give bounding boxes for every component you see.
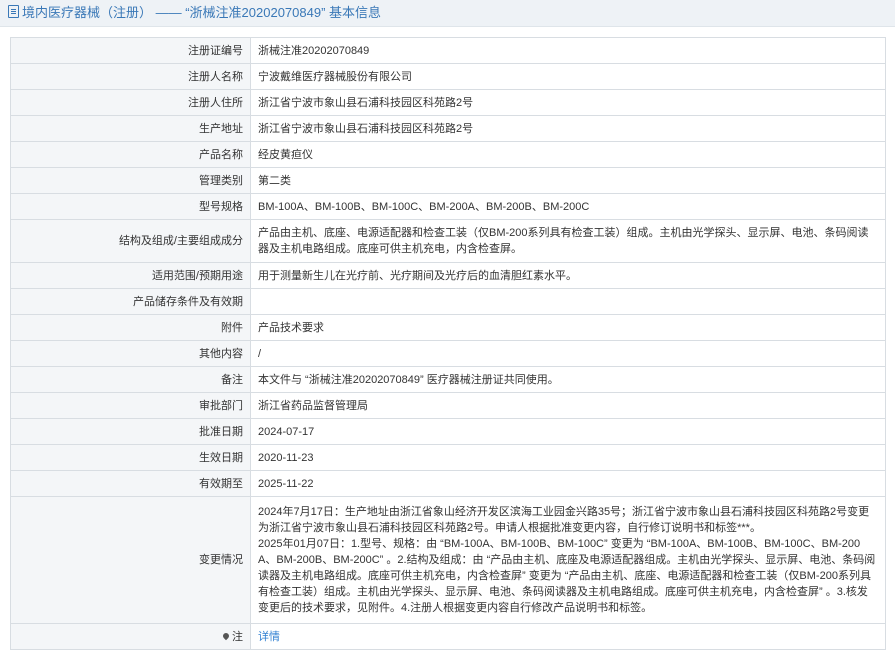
page-header: 境内医疗器械（注册） —— “浙械注准20202070849” 基本信息 — [0, 0, 895, 27]
table-row: 生产地址 浙江省宁波市象山县石浦科技园区科苑路2号 — [10, 115, 886, 142]
note-label: 注 — [232, 630, 243, 643]
location-pin-icon — [221, 631, 231, 640]
table-row-changes: 变更情况 2024年7月17日：生产地址由浙江省象山经济开发区滨海工业园金兴路3… — [10, 496, 886, 624]
table-row: 注册人名称 宁波戴维医疗器械股份有限公司 — [10, 63, 886, 90]
row-label: 产品名称 — [10, 141, 251, 168]
row-value: 2020-11-23 — [250, 444, 886, 471]
changes-label: 变更情况 — [10, 496, 251, 624]
table-row: 适用范围/预期用途 用于测量新生儿在光疗前、光疗期间及光疗后的血清胆红素水平。 — [10, 262, 886, 289]
row-label: 其他内容 — [10, 340, 251, 367]
table-row-note: 注 详情 — [10, 623, 886, 650]
row-label: 产品储存条件及有效期 — [10, 288, 251, 315]
change-entry: 2025年01月07日：1.型号、规格：由 “BM-100A、BM-100B、B… — [258, 538, 876, 614]
document-icon — [8, 5, 19, 18]
table-row: 型号规格 BM-100A、BM-100B、BM-100C、BM-200A、BM-… — [10, 193, 886, 220]
row-value: 本文件与 “浙械注准20202070849” 医疗器械注册证共同使用。 — [250, 366, 886, 393]
note-label-cell: 注 — [10, 623, 251, 650]
row-label: 生效日期 — [10, 444, 251, 471]
table-row: 批准日期 2024-07-17 — [10, 418, 886, 445]
row-value: 产品由主机、底座、电源适配器和检查工装（仅BM-200系列具有检查工装）组成。主… — [250, 219, 886, 263]
row-label: 审批部门 — [10, 392, 251, 419]
row-value: 宁波戴维医疗器械股份有限公司 — [250, 63, 886, 90]
row-value: 浙江省宁波市象山县石浦科技园区科苑路2号 — [250, 89, 886, 116]
row-label: 附件 — [10, 314, 251, 341]
table-row: 附件 产品技术要求 — [10, 314, 886, 341]
row-value: 产品技术要求 — [250, 314, 886, 341]
table-row: 注册人住所 浙江省宁波市象山县石浦科技园区科苑路2号 — [10, 89, 886, 116]
row-label: 批准日期 — [10, 418, 251, 445]
row-label: 管理类别 — [10, 167, 251, 194]
row-value: 用于测量新生儿在光疗前、光疗期间及光疗后的血清胆红素水平。 — [250, 262, 886, 289]
row-value — [250, 288, 886, 315]
change-entry: 2024年7月17日：生产地址由浙江省象山经济开发区滨海工业园金兴路35号；浙江… — [258, 506, 870, 534]
row-label: 结构及组成/主要组成成分 — [10, 219, 251, 263]
table-row: 结构及组成/主要组成成分 产品由主机、底座、电源适配器和检查工装（仅BM-200… — [10, 219, 886, 263]
table-row: 管理类别 第二类 — [10, 167, 886, 194]
table-row: 产品名称 经皮黄疸仪 — [10, 141, 886, 168]
table-row: 生效日期 2020-11-23 — [10, 444, 886, 471]
row-label: 生产地址 — [10, 115, 251, 142]
row-label: 型号规格 — [10, 193, 251, 220]
row-value: 浙江省宁波市象山县石浦科技园区科苑路2号 — [250, 115, 886, 142]
changes-value: 2024年7月17日：生产地址由浙江省象山经济开发区滨海工业园金兴路35号；浙江… — [250, 496, 886, 624]
row-label: 注册人名称 — [10, 63, 251, 90]
row-value: 经皮黄疸仪 — [250, 141, 886, 168]
row-label: 有效期至 — [10, 470, 251, 497]
table-row: 审批部门 浙江省药品监督管理局 — [10, 392, 886, 419]
row-value: 浙械注准20202070849 — [250, 37, 886, 64]
table-row: 有效期至 2025-11-22 — [10, 470, 886, 497]
table-row: 注册证编号 浙械注准20202070849 — [10, 37, 886, 64]
table-row: 产品储存条件及有效期 — [10, 288, 886, 315]
row-label: 注册人住所 — [10, 89, 251, 116]
row-label: 适用范围/预期用途 — [10, 262, 251, 289]
row-value: 2025-11-22 — [250, 470, 886, 497]
row-value: 浙江省药品监督管理局 — [250, 392, 886, 419]
row-label: 备注 — [10, 366, 251, 393]
details-link[interactable]: 详情 — [258, 631, 280, 643]
row-value: 2024-07-17 — [250, 418, 886, 445]
row-value: BM-100A、BM-100B、BM-100C、BM-200A、BM-200B、… — [250, 193, 886, 220]
row-label: 注册证编号 — [10, 37, 251, 64]
detail-table: 注册证编号 浙械注准20202070849 注册人名称 宁波戴维医疗器械股份有限… — [10, 37, 886, 650]
table-row: 其他内容 / — [10, 340, 886, 367]
row-value: 第二类 — [250, 167, 886, 194]
table-row: 备注 本文件与 “浙械注准20202070849” 医疗器械注册证共同使用。 — [10, 366, 886, 393]
detail-container: 注册证编号 浙械注准20202070849 注册人名称 宁波戴维医疗器械股份有限… — [0, 27, 895, 650]
note-value: 详情 — [250, 623, 886, 650]
page-title: 境内医疗器械（注册） —— “浙械注准20202070849” 基本信息 — [22, 5, 382, 20]
row-value: / — [250, 340, 886, 367]
